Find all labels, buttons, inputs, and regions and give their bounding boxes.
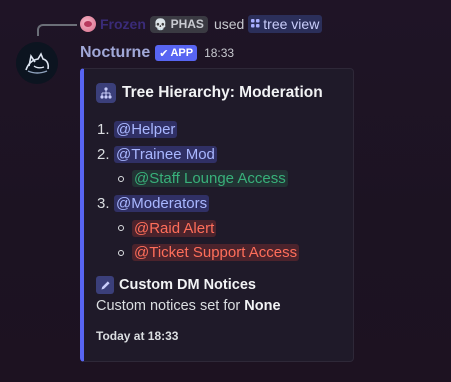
guild-tag[interactable]: 💀 PHAS <box>149 15 208 33</box>
author-name[interactable]: Nocturne <box>80 44 150 62</box>
moon-fox-icon <box>16 42 58 84</box>
bot-avatar[interactable] <box>16 42 58 84</box>
app-badge: ✔ APP <box>155 45 198 61</box>
skull-icon: 💀 <box>153 18 168 31</box>
reply-preview[interactable]: Frozen 💀 PHAS used tree view <box>80 14 323 34</box>
list-number: 3. <box>97 194 110 212</box>
list-item: 2. @Trainee Mod <box>97 142 299 167</box>
role-mention[interactable]: @Ticket Support Access <box>132 244 300 262</box>
role-tree: 1. @Helper 2. @Trainee Mod @Staff Lounge… <box>97 117 300 265</box>
role-mention[interactable]: @Moderators <box>114 194 210 212</box>
slash-command-mention[interactable]: tree view <box>248 15 323 33</box>
bullet-icon <box>118 175 124 182</box>
slash-command-label: tree view <box>263 16 320 32</box>
reply-used-text: used <box>213 16 245 32</box>
list-subitem: @Staff Lounge Access <box>97 166 299 191</box>
bullet-icon <box>118 249 124 256</box>
list-item: 1. @Helper <box>97 117 299 142</box>
app-badge-label: APP <box>170 47 194 59</box>
hierarchy-icon <box>96 83 116 103</box>
list-subitem: @Ticket Support Access <box>97 240 300 265</box>
pencil-icon <box>96 276 114 294</box>
message-header: Nocturne ✔ APP 18:33 <box>80 43 234 63</box>
list-item: 3. @Moderators <box>97 191 299 216</box>
field-value-bold: None <box>244 298 281 314</box>
list-number: 2. <box>97 145 110 163</box>
role-mention[interactable]: @Raid Alert <box>132 219 217 237</box>
guild-tag-label: PHAS <box>170 17 204 31</box>
role-mention[interactable]: @Trainee Mod <box>114 145 217 163</box>
bullet-icon <box>118 225 124 232</box>
list-subitem: @Raid Alert <box>97 216 299 241</box>
embed-field-title: Custom DM Notices <box>119 277 256 293</box>
embed-field-name: Custom DM Notices <box>96 275 256 295</box>
embed-field-value: Custom notices set for None <box>96 298 281 314</box>
embed-title-text: Tree Hierarchy: Moderation <box>122 84 323 101</box>
checkmark-icon: ✔ <box>159 47 169 60</box>
reply-avatar-icon[interactable] <box>80 16 96 32</box>
reply-connector <box>37 24 77 36</box>
embed-card: Tree Hierarchy: Moderation 1. @Helper 2.… <box>80 68 354 362</box>
field-value-prefix: Custom notices set for <box>96 298 245 314</box>
grid-icon <box>251 18 260 30</box>
reply-author-name[interactable]: Frozen <box>100 16 146 32</box>
list-number: 1. <box>97 120 110 138</box>
embed-footer-timestamp: Today at 18:33 <box>96 329 179 343</box>
role-mention[interactable]: @Helper <box>114 120 178 138</box>
role-mention[interactable]: @Staff Lounge Access <box>132 170 288 188</box>
embed-title: Tree Hierarchy: Moderation <box>96 82 323 104</box>
message-timestamp[interactable]: 18:33 <box>204 46 234 60</box>
